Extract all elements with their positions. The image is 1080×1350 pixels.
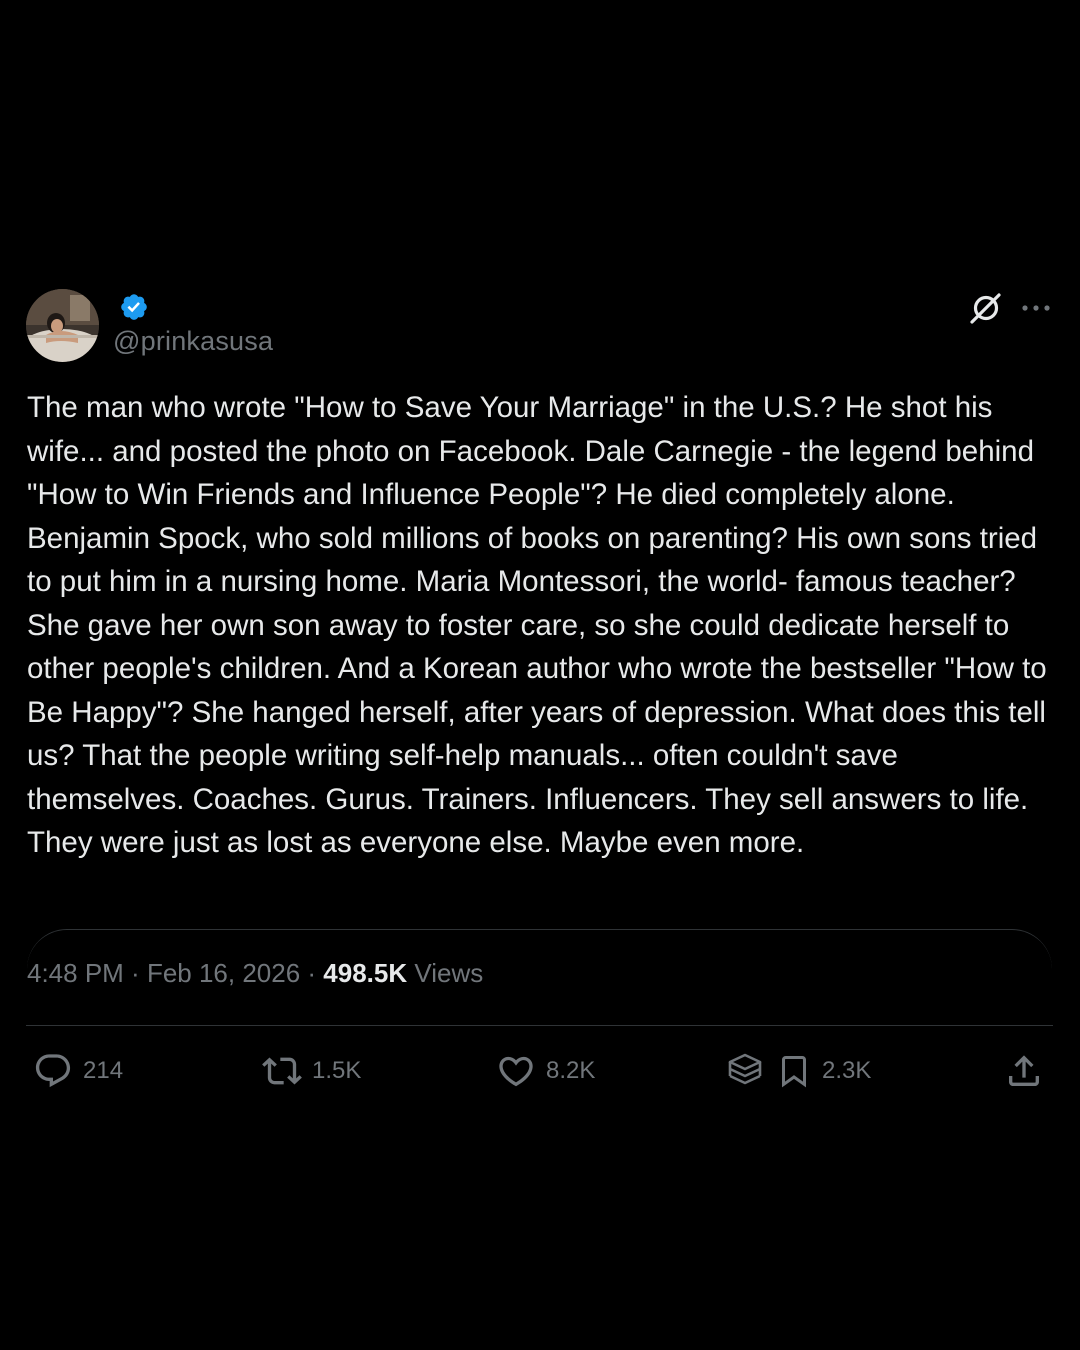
grok-stack-button[interactable] — [726, 1049, 764, 1093]
reply-count: 214 — [83, 1057, 124, 1084]
share-button[interactable] — [1004, 1049, 1044, 1093]
like-count: 8.2K — [546, 1057, 596, 1084]
reply-icon — [35, 1054, 71, 1088]
bookmark-icon — [782, 1056, 806, 1088]
meta-separator: · — [300, 958, 324, 988]
post-time[interactable]: 4:48 PM — [27, 958, 124, 988]
verified-badge-icon — [119, 292, 149, 322]
like-button[interactable]: 8.2K — [496, 1049, 595, 1093]
more-icon[interactable] — [1019, 293, 1053, 323]
repost-count: 1.5K — [312, 1057, 362, 1084]
repost-button[interactable]: 1.5K — [262, 1049, 361, 1093]
grok-icon[interactable] — [966, 289, 1004, 327]
views-count: 498.5K — [323, 958, 408, 988]
bookmark-count: 2.3K — [822, 1057, 872, 1084]
like-icon — [499, 1056, 533, 1087]
post-text: The man who wrote "How to Save Your Marr… — [27, 391, 1047, 859]
meta-separator: · — [123, 958, 147, 988]
user-handle[interactable]: @prinkasusa — [113, 326, 273, 357]
grok-stack-icon — [728, 1053, 762, 1085]
repost-icon — [262, 1057, 302, 1085]
tweet: @prinkasusa The man who wrote "How to Sa… — [0, 0, 1080, 1350]
avatar-photo — [26, 289, 99, 362]
avatar[interactable] — [26, 289, 99, 362]
bookmark-button[interactable]: 2.3K — [776, 1049, 871, 1093]
share-icon — [1009, 1055, 1039, 1086]
post-date[interactable]: Feb 16, 2026 — [147, 958, 300, 988]
post-meta: 4:48 PM · Feb 16, 2026 · 498.5K Views — [27, 958, 483, 989]
reply-button[interactable]: 214 — [33, 1049, 123, 1093]
divider — [26, 1025, 1053, 1026]
views-label: Views — [407, 958, 484, 988]
